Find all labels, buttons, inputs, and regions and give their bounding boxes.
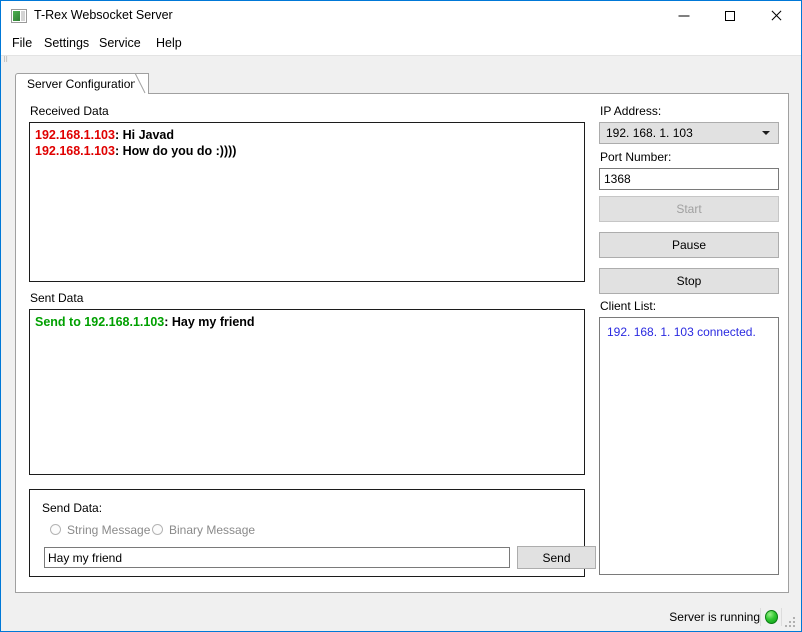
title-bar: T-Rex Websocket Server <box>1 1 801 31</box>
received-message-separator: : <box>114 144 123 158</box>
resize-grip-icon[interactable] <box>785 615 797 627</box>
window-title: T-Rex Websocket Server <box>34 8 173 22</box>
minimize-icon <box>678 15 690 17</box>
close-button[interactable] <box>753 1 799 31</box>
status-bar: Server is running <box>2 604 800 630</box>
stop-button[interactable]: Stop <box>599 268 779 294</box>
received-message-line: 192.168.1.103: Hi Javad <box>35 127 579 143</box>
minimize-button[interactable] <box>661 1 707 31</box>
received-data-output[interactable]: 192.168.1.103: Hi Javad 192.168.1.103: H… <box>29 122 585 282</box>
close-icon <box>770 10 782 22</box>
maximize-button[interactable] <box>707 1 753 31</box>
sent-data-label: Sent Data <box>30 291 84 305</box>
menu-bar: File Settings Service Help <box>1 31 801 55</box>
radio-string-message-label: String Message <box>67 523 151 537</box>
status-text: Server is running <box>669 610 760 624</box>
send-button[interactable]: Send <box>517 546 596 569</box>
send-data-group: Send Data: String Message Binary Message… <box>29 489 596 577</box>
client-list[interactable]: 192. 168. 1. 103 connected. <box>599 317 779 575</box>
radio-binary-message[interactable]: Binary Message <box>152 523 255 537</box>
radio-circle-icon <box>50 524 61 535</box>
app-window: T-Rex Websocket Server File Settings Ser… <box>0 0 802 632</box>
received-message-text: Hi Javad <box>122 128 175 142</box>
radio-string-message[interactable]: String Message <box>50 523 150 537</box>
sent-message-separator: : <box>164 315 172 329</box>
app-window-icon <box>11 9 27 23</box>
received-message-source: 192.168.1.103 <box>35 144 115 158</box>
received-message-separator: : <box>114 128 123 142</box>
toolbar-grip-icon: ⠿ <box>3 57 9 64</box>
client-list-label: Client List: <box>600 299 657 313</box>
port-number-input[interactable] <box>599 168 779 190</box>
tab-server-configuration[interactable]: Server Configuration <box>15 73 150 94</box>
menu-item-file[interactable]: File <box>9 34 35 52</box>
received-message-line: 192.168.1.103: How do you do :)))) <box>35 143 579 159</box>
radio-binary-message-label: Binary Message <box>169 523 256 537</box>
tab-slant-edge <box>135 73 146 94</box>
send-data-label: Send Data: <box>42 501 103 515</box>
pause-button[interactable]: Pause <box>599 232 779 258</box>
app-icon-green-block <box>13 11 20 21</box>
menu-item-settings[interactable]: Settings <box>41 34 92 52</box>
chevron-down-icon <box>762 131 770 135</box>
received-data-label: Received Data <box>30 104 109 118</box>
sent-message-line: Send to 192.168.1.103: Hay my friend <box>35 314 579 330</box>
send-message-input[interactable] <box>44 547 510 568</box>
menu-item-service[interactable]: Service <box>96 34 144 52</box>
sent-message-text: Hay my friend <box>171 315 255 329</box>
ip-address-label: IP Address: <box>600 104 662 118</box>
tab-panel-server-configuration: Received Data 192.168.1.103: Hi Javad 19… <box>15 93 789 593</box>
status-led-icon <box>765 610 778 624</box>
start-button[interactable]: Start <box>599 196 779 222</box>
status-led-cell <box>760 608 782 626</box>
ip-address-selected-value: 192. 168. 1. 103 <box>606 126 693 140</box>
maximize-icon <box>725 11 735 21</box>
menu-item-help[interactable]: Help <box>153 34 185 52</box>
client-list-item[interactable]: 192. 168. 1. 103 connected. <box>607 324 771 340</box>
tab-strip: Server Configuration <box>15 73 789 95</box>
received-message-text: How do you do :)))) <box>122 144 237 158</box>
sent-message-source: Send to 192.168.1.103 <box>35 315 165 329</box>
sent-data-output[interactable]: Send to 192.168.1.103: Hay my friend <box>29 309 585 475</box>
menu-separator <box>1 55 801 56</box>
radio-circle-icon <box>152 524 163 535</box>
ip-address-combobox[interactable]: 192. 168. 1. 103 <box>599 122 779 144</box>
app-icon-grey-block <box>21 11 25 21</box>
received-message-source: 192.168.1.103 <box>35 128 115 142</box>
port-number-label: Port Number: <box>600 150 672 164</box>
